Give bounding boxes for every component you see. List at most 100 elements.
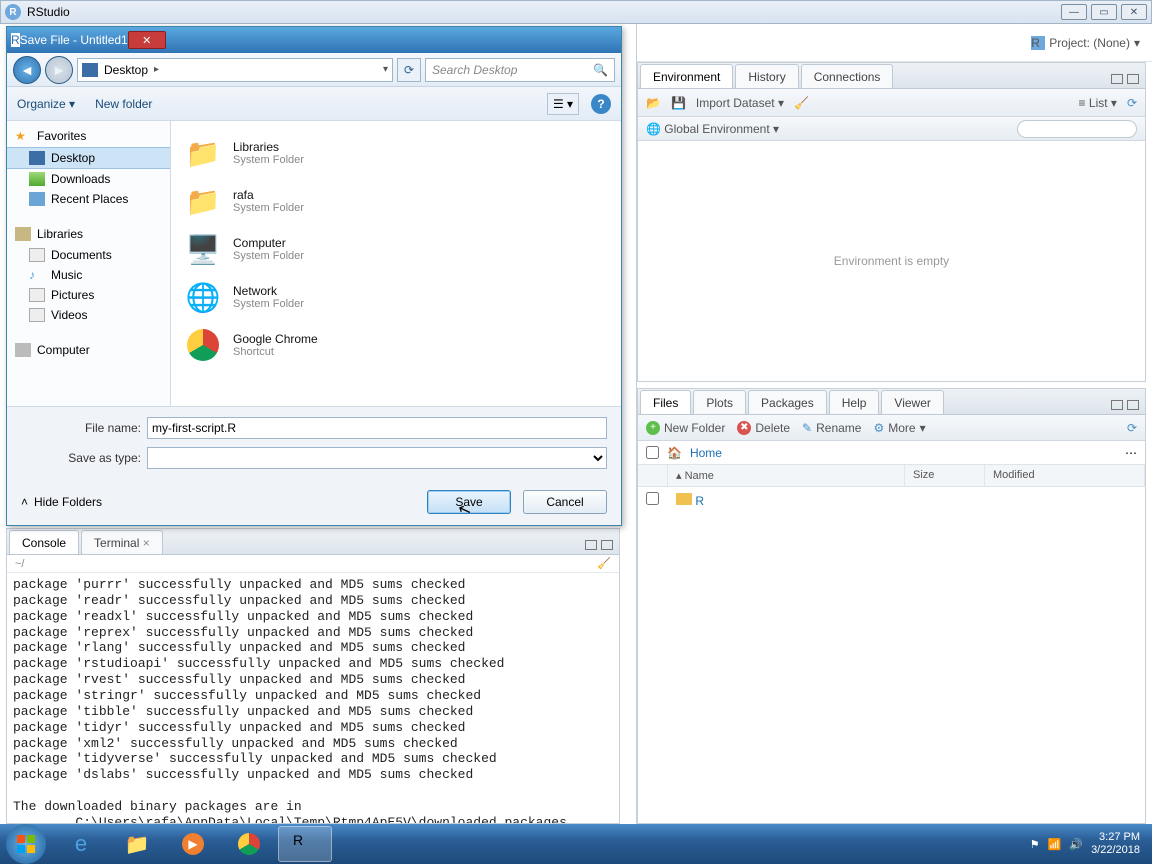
view-list-menu[interactable]: ≡ List ▾	[1079, 96, 1117, 110]
monitor-icon	[29, 151, 45, 165]
chevron-down-icon[interactable]: ▾	[383, 64, 388, 75]
table-row[interactable]: R	[638, 487, 1145, 513]
col-name[interactable]: ▴ Name	[668, 465, 905, 486]
tab-help[interactable]: Help	[829, 390, 880, 414]
file-list: 📁LibrariesSystem Folder 📁rafaSystem Fold…	[171, 121, 621, 406]
nav-item-music[interactable]: ♪Music	[7, 265, 170, 285]
tab-terminal[interactable]: Terminal ×	[81, 530, 163, 554]
minimize-pane-icon[interactable]	[585, 540, 597, 550]
tab-history[interactable]: History	[735, 64, 798, 88]
chevron-right-icon: ▸	[154, 64, 159, 75]
row-checkbox[interactable]	[646, 492, 659, 505]
dialog-nav-bar: ◄ ► Desktop ▸ ▾ ⟳ Search Desktop 🔍	[7, 53, 621, 87]
console-pane: Console Terminal × ~/ 🧹 package 'purrr' …	[6, 528, 620, 824]
taskbar-chrome[interactable]	[222, 826, 276, 862]
taskbar-rstudio[interactable]: R	[278, 826, 332, 862]
tab-environment[interactable]: Environment	[640, 64, 733, 88]
nav-item-documents[interactable]: Documents	[7, 245, 170, 265]
breadcrumb-location: Desktop	[104, 63, 148, 77]
breadcrumb[interactable]: Desktop ▸ ▾	[77, 58, 393, 82]
project-selector[interactable]: R Project: (None) ▾	[1031, 36, 1140, 50]
search-input[interactable]: Search Desktop 🔍	[425, 58, 615, 82]
new-folder-button[interactable]: New folder	[95, 97, 152, 111]
filename-input[interactable]	[147, 417, 607, 439]
organize-menu[interactable]: Organize ▾	[17, 97, 75, 111]
new-folder-button[interactable]: +New Folder	[646, 421, 725, 435]
nav-item-desktop[interactable]: Desktop	[7, 147, 170, 169]
tray-volume-icon[interactable]: 🔊	[1069, 838, 1083, 851]
app-title: RStudio	[27, 5, 70, 19]
delete-button[interactable]: ✖Delete	[737, 421, 790, 435]
rename-button[interactable]: ✎Rename	[802, 421, 861, 435]
env-search-input[interactable]	[1017, 120, 1137, 138]
console-cwd: ~/	[15, 558, 24, 570]
chrome-icon	[181, 325, 225, 365]
select-all-checkbox[interactable]	[646, 446, 659, 459]
taskbar-explorer[interactable]: 📁	[110, 826, 164, 862]
tray-clock[interactable]: 3:27 PM 3/22/2018	[1091, 831, 1140, 857]
refresh-button[interactable]: ⟳	[397, 58, 421, 82]
close-button[interactable]: ✕	[1121, 4, 1147, 20]
list-item[interactable]: 📁rafaSystem Folder	[175, 177, 617, 225]
scope-selector[interactable]: 🌐 Global Environment ▾	[646, 122, 779, 136]
r-project-icon: R	[1031, 36, 1045, 50]
load-workspace-icon[interactable]: 📂	[646, 96, 661, 110]
save-workspace-icon[interactable]: 💾	[671, 96, 686, 110]
nav-item-pictures[interactable]: Pictures	[7, 285, 170, 305]
taskbar-ie[interactable]: e	[54, 826, 108, 862]
maximize-pane-icon[interactable]	[1127, 74, 1139, 84]
home-link[interactable]: Home	[690, 446, 722, 460]
close-icon[interactable]: ×	[143, 536, 150, 550]
refresh-icon[interactable]: ⟳	[1127, 421, 1137, 435]
start-button[interactable]	[6, 824, 46, 864]
maximize-button[interactable]: ▭	[1091, 4, 1117, 20]
download-icon	[29, 172, 45, 186]
col-size[interactable]: Size	[905, 465, 985, 486]
clear-workspace-icon[interactable]: 🧹	[794, 96, 809, 110]
list-item[interactable]: 🖥️ComputerSystem Folder	[175, 225, 617, 273]
tab-plots[interactable]: Plots	[693, 390, 746, 414]
nav-item-recent[interactable]: Recent Places	[7, 189, 170, 209]
tab-packages[interactable]: Packages	[748, 390, 827, 414]
list-item[interactable]: Google ChromeShortcut	[175, 321, 617, 369]
refresh-icon[interactable]: ⟳	[1127, 96, 1137, 110]
clear-console-icon[interactable]: 🧹	[597, 557, 611, 570]
navigation-pane: ★Favorites Desktop Downloads Recent Plac…	[7, 121, 171, 406]
more-menu[interactable]: ⚙More ▾	[873, 421, 925, 435]
maximize-pane-icon[interactable]	[1127, 400, 1139, 410]
tab-viewer[interactable]: Viewer	[881, 390, 943, 414]
dialog-close-button[interactable]: ✕	[128, 31, 166, 49]
cancel-button[interactable]: Cancel	[523, 490, 607, 514]
help-button[interactable]: ?	[591, 94, 611, 114]
search-icon: 🔍	[593, 63, 608, 77]
import-dataset-menu[interactable]: Import Dataset ▾	[696, 96, 784, 110]
nav-item-videos[interactable]: Videos	[7, 305, 170, 325]
computer-icon	[15, 343, 31, 357]
tab-connections[interactable]: Connections	[801, 64, 894, 88]
minimize-pane-icon[interactable]	[1111, 74, 1123, 84]
rename-icon: ✎	[802, 421, 812, 435]
tab-console[interactable]: Console	[9, 530, 79, 554]
col-modified[interactable]: Modified	[985, 465, 1145, 486]
minimize-button[interactable]: —	[1061, 4, 1087, 20]
minimize-pane-icon[interactable]	[1111, 400, 1123, 410]
tray-network-icon[interactable]: 📶	[1048, 838, 1062, 851]
tray-flag-icon[interactable]: ⚑	[1030, 838, 1040, 851]
view-options-button[interactable]: ☰ ▾	[547, 93, 579, 115]
more-path-icon[interactable]: ⋯	[1125, 446, 1137, 460]
computer-icon: 🖥️	[181, 229, 225, 269]
folder-icon	[676, 493, 692, 505]
type-select[interactable]	[147, 447, 607, 469]
maximize-pane-icon[interactable]	[601, 540, 613, 550]
tab-files[interactable]: Files	[640, 390, 691, 414]
hide-folders-toggle[interactable]: ˄Hide Folders	[21, 495, 102, 509]
console-output[interactable]: package 'purrr' successfully unpacked an…	[7, 573, 619, 823]
back-button[interactable]: ◄	[13, 56, 41, 84]
network-icon: 🌐	[181, 277, 225, 317]
forward-button[interactable]: ►	[45, 56, 73, 84]
taskbar-media[interactable]: ▶	[166, 826, 220, 862]
nav-computer: Computer	[37, 343, 90, 357]
nav-item-downloads[interactable]: Downloads	[7, 169, 170, 189]
list-item[interactable]: 🌐NetworkSystem Folder	[175, 273, 617, 321]
list-item[interactable]: 📁LibrariesSystem Folder	[175, 129, 617, 177]
